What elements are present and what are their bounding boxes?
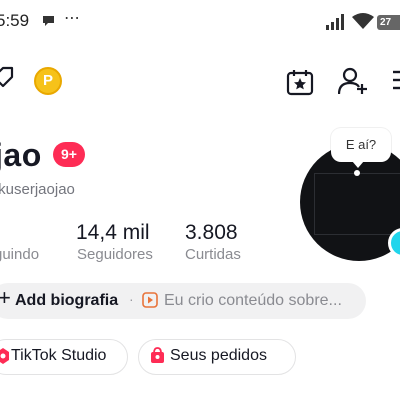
notification-badge[interactable]: 9+ — [53, 142, 85, 167]
calendar-star-icon[interactable] — [285, 67, 315, 97]
likes-label[interactable]: Curtidas — [185, 246, 241, 263]
profile-screen: 5:59 ⋯ 27 P jao 9+ tkuserjaojao guindo — [0, 0, 400, 400]
tiktok-studio-label[interactable]: TikTok Studio — [11, 347, 106, 365]
message-icon — [43, 16, 54, 26]
more-notifications-icon: ⋯ — [64, 10, 81, 27]
wifi-icon — [352, 13, 374, 29]
following-label[interactable]: guindo — [0, 246, 39, 263]
tiktok-studio-icon — [0, 348, 9, 364]
add-bio-label[interactable]: Add biografia — [15, 292, 118, 310]
add-user-icon[interactable] — [338, 66, 370, 96]
likes-count[interactable]: 3.808 — [185, 221, 238, 245]
signal-icon — [326, 14, 344, 30]
orders-label[interactable]: Seus pedidos — [170, 347, 267, 365]
status-time: 5:59 — [0, 11, 30, 30]
avatar-dot — [354, 170, 360, 176]
battery-icon: 27 — [377, 15, 400, 30]
menu-icon[interactable] — [393, 70, 400, 90]
shopping-bag-icon — [151, 347, 164, 363]
avatar-image-frame — [314, 173, 400, 235]
avatar-speech-bubble[interactable]: E aí? — [331, 128, 391, 168]
coin-icon[interactable]: P — [34, 67, 62, 95]
video-icon — [142, 292, 158, 308]
bio-hint-text[interactable]: Eu crio conteúdo sobre... — [164, 292, 342, 310]
bio-separator: · — [129, 291, 134, 307]
profile-display-name: jao — [0, 137, 42, 173]
tag-icon[interactable] — [0, 66, 14, 88]
followers-count[interactable]: 14,4 mil — [76, 221, 150, 245]
plus-icon: + — [0, 285, 11, 310]
followers-label[interactable]: Seguidores — [77, 246, 153, 263]
profile-username: tkuserjaojao — [0, 181, 75, 198]
